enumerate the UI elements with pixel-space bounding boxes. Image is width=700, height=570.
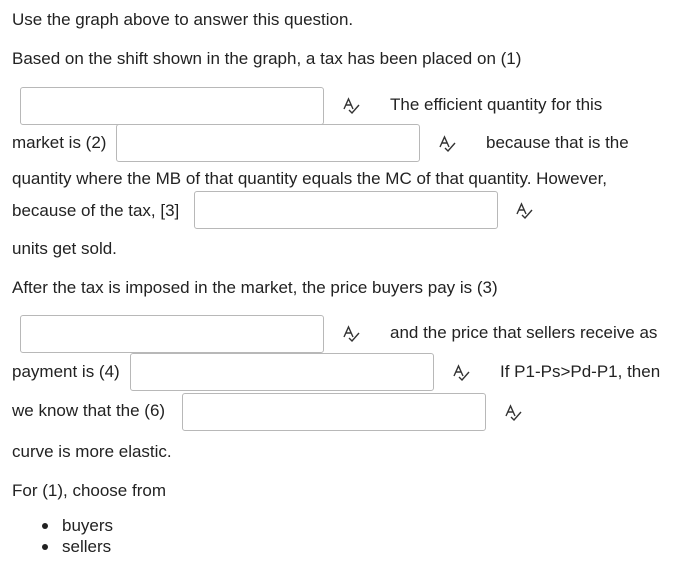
q2-tail-text: because that is the [486,133,629,152]
answer-field-3[interactable] [194,191,498,229]
q5-text: and the price that sellers receive as [390,323,658,342]
spellcheck-icon[interactable] [342,96,360,114]
q5-payment-text: payment is (4) [12,362,120,381]
spellcheck-icon[interactable] [438,134,456,152]
q6-tail-text: curve is more elastic. [12,442,172,461]
list-item: buyers [40,515,113,536]
answer-field-2[interactable] [116,124,420,162]
spellcheck-icon[interactable] [342,324,360,342]
choose-label: For (1), choose from [12,481,166,500]
answer-field-4[interactable] [20,315,324,353]
spellcheck-icon[interactable] [452,363,470,381]
q3-text: because of the tax, [3] [12,201,180,220]
q6-know-text: we know that the (6) [12,401,166,420]
q2-market-text: market is (2) [12,133,107,152]
answer-field-5[interactable] [130,353,434,391]
answer-field-1[interactable] [20,87,324,125]
q2-text: The efficient quantity for this [390,95,603,114]
answer-field-6[interactable] [182,393,486,431]
q4-text: After the tax is imposed in the market, … [12,278,498,297]
q2-cont-text: quantity where the MB of that quantity e… [12,169,608,188]
intro-text: Use the graph above to answer this quest… [12,10,354,29]
q3-tail-text: units get sold. [12,239,117,258]
q6-text: If P1-Ps>Pd-P1, then [500,362,661,381]
q1-text: Based on the shift shown in the graph, a… [12,49,522,68]
list-item: sellers [40,536,113,557]
spellcheck-icon[interactable] [504,403,522,421]
options-list: buyers sellers [40,515,113,557]
spellcheck-icon[interactable] [515,201,533,219]
